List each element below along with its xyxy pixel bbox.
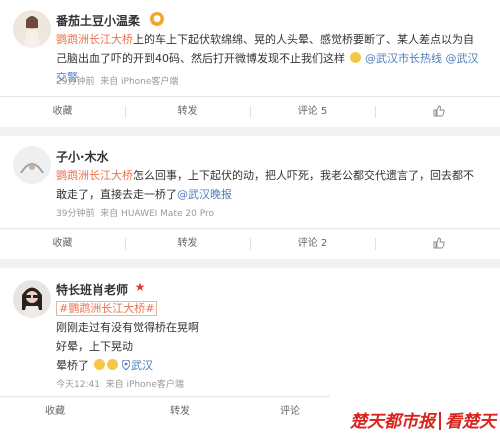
avatar[interactable] [13,10,51,48]
like-button[interactable] [375,97,500,127]
post-time[interactable]: 今天12:41 [56,380,100,390]
action-bar: 收藏 转发 评论 5 [0,96,500,127]
comment-button[interactable]: 评论 2 [250,229,375,259]
repost-button[interactable]: 转发 [125,229,250,259]
dizzy-emoji-icon [93,359,105,370]
mention-link[interactable]: @武汉市长热线 [365,52,442,65]
comment-button[interactable]: 评论 [250,397,330,427]
action-bar: 收藏 转发 评论 2 [0,228,500,259]
topic-link[interactable]: 鹦鹉洲长江大桥 [56,33,133,46]
post-card: 番茄土豆小温柔 ● 鹦鹉洲长江大桥上的车上下起伏软绵绵、晃的人头晕、感觉桥要断了… [0,0,500,127]
like-button[interactable] [375,229,500,259]
avatar[interactable] [13,280,51,318]
thumbs-up-icon [433,105,445,117]
star-badge-icon: ★ [134,280,146,294]
topic-tag: #鹦鹉洲长江大桥# [56,299,158,318]
favorite-button[interactable]: 收藏 [0,97,125,127]
topic-link[interactable]: #鹦鹉洲长江大桥# [56,301,158,316]
post-meta: 39分钟前 来自 HUAWEI Mate 20 Pro [56,206,214,219]
action-bar: 收藏 转发 评论 [0,396,330,427]
post-time[interactable]: 29分钟前 [56,77,94,87]
post-line: 刚刚走过有没有觉得桥在晃啊 [56,321,199,334]
username[interactable]: 番茄土豆小温柔 [56,12,140,29]
repost-button[interactable]: 转发 [125,397,235,427]
username[interactable]: 特长班肖老师 [56,281,128,298]
mention-link[interactable]: @武汉晚报 [177,188,232,201]
post-meta: 29分钟前 来自 iPhone客户端 [56,74,178,87]
post-source: 来自 iPhone客户端 [100,77,179,87]
smile-emoji-icon [349,52,361,63]
username[interactable]: 子小·木水 [56,148,109,165]
post-time[interactable]: 39分钟前 [56,209,94,219]
post-meta: 今天12:41 来自 iPhone客户端 [56,377,184,390]
location-link[interactable]: 武汉 [122,359,153,372]
favorite-button[interactable]: 收藏 [0,229,125,259]
avatar[interactable] [13,146,51,184]
post-line: 好晕，上下晃动 [56,340,133,353]
topic-link[interactable]: 鹦鹉洲长江大桥 [56,169,133,182]
favorite-button[interactable]: 收藏 [0,397,110,427]
vip-badge-icon: ● [150,12,164,26]
comment-button[interactable]: 评论 5 [250,97,375,127]
post-card: 子小·木水 鹦鹉洲长江大桥怎么回事，上下起伏的动，把人吓死，我老公都交代遗言了，… [0,136,500,259]
post-source: 来自 HUAWEI Mate 20 Pro [100,209,214,219]
dizzy-emoji-icon [106,359,118,370]
repost-button[interactable]: 转发 [125,97,250,127]
post-text: 鹦鹉洲长江大桥怎么回事，上下起伏的动，把人吓死，我老公都交代遗言了，回去都不敢走… [56,169,474,201]
newspaper-watermark-logo: 楚天都市报 看楚天 [350,412,496,432]
post-line: 晕桥了 武汉 [56,359,153,372]
location-pin-icon [122,360,130,370]
post-source: 来自 iPhone客户端 [105,380,184,390]
thumbs-up-icon [433,237,445,249]
